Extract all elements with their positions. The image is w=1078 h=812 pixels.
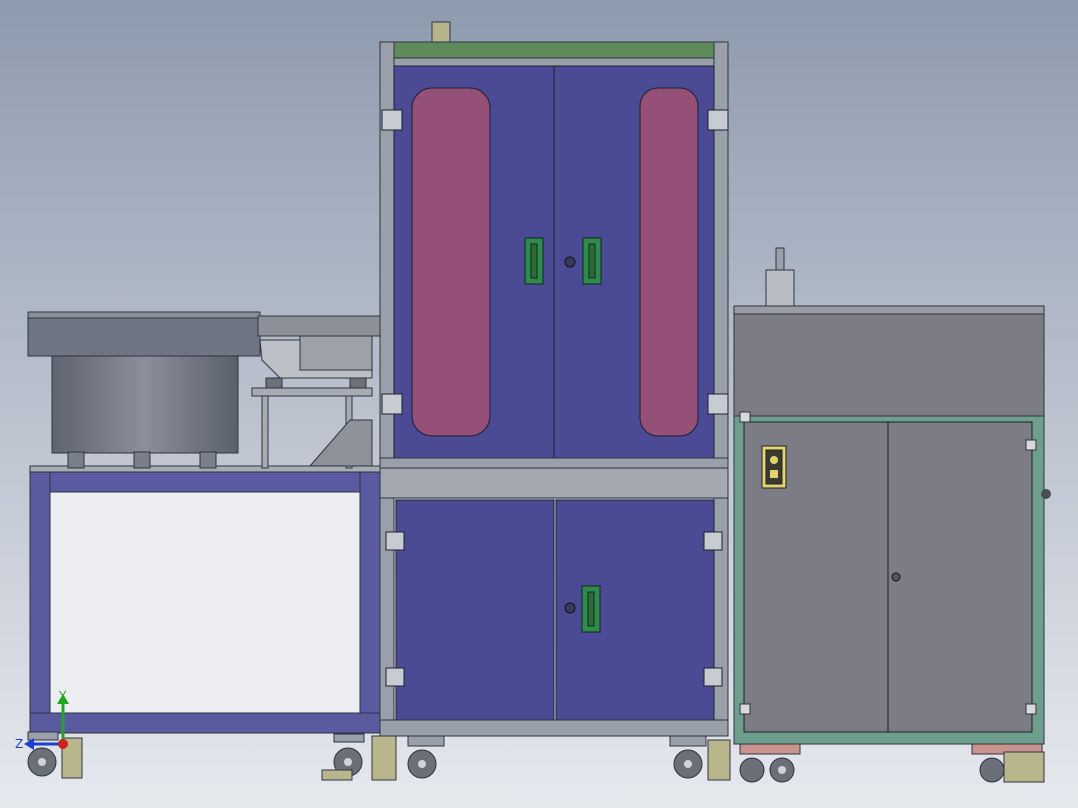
control-right-door[interactable] [887, 421, 1033, 733]
corner-bracket [1025, 439, 1037, 451]
hinge [707, 393, 729, 415]
chute-clamp [349, 377, 367, 389]
bowl-rim [27, 311, 261, 357]
chute-track [257, 315, 381, 337]
power-switch-knob [770, 456, 778, 464]
indicator-post [775, 247, 785, 271]
control-lock[interactable] [891, 572, 901, 582]
chute-stand-top [251, 387, 373, 397]
lower-left-door[interactable] [395, 499, 555, 721]
control-cabinet[interactable] [733, 247, 1051, 755]
right-window [639, 87, 699, 437]
x-axis-origin [58, 739, 68, 749]
table-inner-panel [49, 491, 361, 714]
top-rail-bar [379, 57, 729, 67]
bowl-foot [67, 451, 85, 469]
table-left-leg [29, 469, 51, 733]
caster-wheel [739, 757, 765, 783]
cad-viewport[interactable]: Y Z [0, 0, 1078, 808]
z-axis-label: Z [15, 737, 23, 751]
base-bracket [739, 743, 801, 755]
caster-hub [778, 766, 786, 774]
hinge [703, 531, 723, 551]
top-knob [431, 21, 451, 43]
table-right-leg [359, 469, 381, 733]
leveling-foot [707, 739, 731, 781]
chute-clamp [265, 377, 283, 389]
caster-mount [407, 735, 445, 747]
bowl-rim-top [27, 311, 261, 319]
corner-bracket [739, 411, 751, 423]
caster-hub [38, 758, 46, 766]
bowl-foot [133, 451, 151, 469]
caster-wheel [979, 757, 1005, 783]
middle-rail [379, 457, 729, 469]
y-axis-label: Y [58, 689, 67, 703]
main-cabinet[interactable] [379, 21, 729, 737]
hinge [385, 531, 405, 551]
control-top-block [733, 307, 1045, 417]
left-window [411, 87, 491, 437]
lower-handle-grip [587, 591, 595, 627]
caster-mount [333, 733, 365, 743]
caster-hub [344, 758, 352, 766]
leveling-foot [1003, 751, 1045, 783]
control-top-lid [733, 305, 1045, 315]
leveling-foot [371, 735, 397, 781]
table-top-rail [29, 469, 381, 493]
hinge [381, 393, 403, 415]
middle-shelf [379, 467, 729, 499]
hinge [703, 667, 723, 687]
corner-bracket [739, 703, 751, 715]
lower-lock[interactable] [564, 602, 576, 614]
caster-mount [27, 731, 59, 741]
cabinet-base [379, 719, 729, 737]
indicator-bracket [765, 269, 795, 307]
hinge [385, 667, 405, 687]
upper-lock[interactable] [564, 256, 576, 268]
feeder-support-table[interactable] [29, 465, 383, 734]
power-switch-lock [770, 470, 778, 478]
top-rail [379, 41, 729, 59]
machine-drawing: Y Z [0, 0, 1078, 808]
bowl-foot [199, 451, 217, 469]
vibratory-feeder-bowl[interactable] [27, 311, 261, 469]
caster-hub [418, 760, 426, 768]
caster-hub [684, 760, 692, 768]
chute-rail [299, 335, 373, 371]
side-bolt [1041, 489, 1051, 499]
chute-stand-post [261, 395, 269, 469]
leveling-foot [321, 769, 353, 781]
upper-left-handle-grip [530, 243, 538, 279]
bowl-base [51, 354, 239, 454]
frame-right [713, 41, 729, 737]
table-bottom-rail [29, 712, 381, 734]
frame-left [379, 41, 395, 737]
upper-right-handle-grip [588, 243, 596, 279]
hinge [707, 109, 729, 131]
hinge [381, 109, 403, 131]
power-switch-face [765, 449, 783, 485]
lower-right-door[interactable] [555, 499, 715, 721]
corner-bracket [1025, 703, 1037, 715]
caster-mount [669, 735, 707, 747]
